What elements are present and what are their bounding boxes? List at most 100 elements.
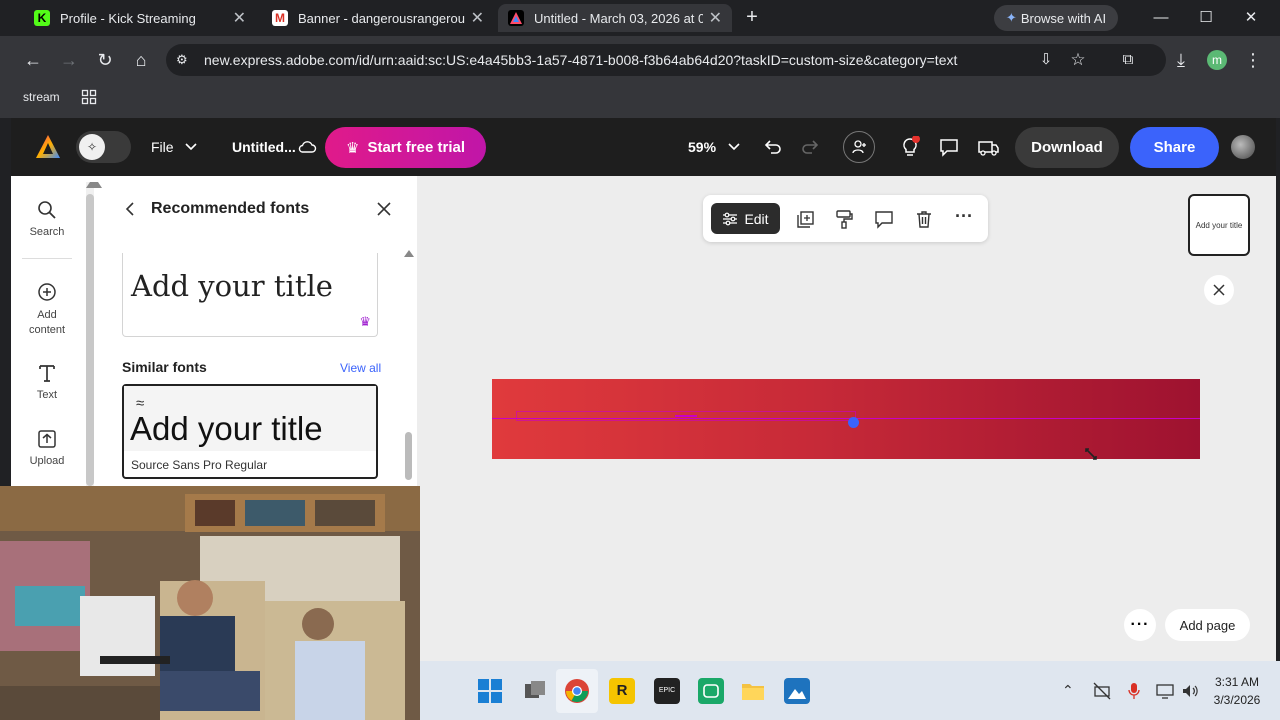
font-card-source-sans[interactable]: ≈ Add your title Source Sans Pro Regular xyxy=(122,384,378,479)
rail-upload[interactable]: Upload xyxy=(11,427,83,467)
chevron-down-icon[interactable] xyxy=(727,140,741,154)
font-card-premium[interactable]: Add your title ♛ xyxy=(122,253,378,337)
tab-kick[interactable]: K Profile - Kick Streaming ✕ xyxy=(24,4,256,32)
download-button[interactable]: Download xyxy=(1015,127,1119,168)
font-preview: Add your title xyxy=(130,410,323,447)
comment-icon[interactable] xyxy=(873,208,895,230)
scrollbar-thumb[interactable] xyxy=(86,194,94,486)
epic-games-icon[interactable]: EPIC xyxy=(654,678,680,704)
rail-label: Add content xyxy=(28,309,66,336)
tab-gmail[interactable]: M Banner - dangerousrangerous1 ✕ xyxy=(262,4,494,32)
browse-with-ai-button[interactable]: ✦ Browse with AI xyxy=(994,5,1118,31)
text-selection-box[interactable] xyxy=(516,411,856,421)
comment-icon[interactable] xyxy=(938,137,960,157)
zoom-level[interactable]: 59% xyxy=(688,139,716,155)
search-icon xyxy=(11,198,83,222)
scrollbar-thumb[interactable] xyxy=(405,432,412,480)
back-arrow-icon[interactable] xyxy=(122,200,138,218)
undo-icon[interactable] xyxy=(763,137,783,157)
tab-adobe-express[interactable]: Untitled - March 03, 2026 at 03 ✕ xyxy=(498,4,732,32)
home-icon[interactable]: ⌂ xyxy=(129,48,153,72)
close-tab-icon[interactable]: ✕ xyxy=(233,8,246,28)
bookmarks-bar xyxy=(0,84,1280,118)
resize-handle[interactable] xyxy=(848,417,859,428)
file-menu[interactable]: File xyxy=(151,139,174,155)
photos-app-icon[interactable] xyxy=(784,678,810,704)
close-tab-icon[interactable]: ✕ xyxy=(709,8,722,28)
lightbulb-icon[interactable] xyxy=(899,136,921,158)
clock-time[interactable]: 3:31 AM xyxy=(1205,675,1269,689)
page-more-options-icon[interactable]: ··· xyxy=(1124,609,1156,641)
rail-search[interactable]: Search xyxy=(11,198,83,238)
panel-scrollbar[interactable] xyxy=(403,250,415,480)
adobe-express-icon xyxy=(508,10,524,26)
add-page-button[interactable]: Add page xyxy=(1165,609,1250,641)
install-app-icon[interactable]: ⇩ xyxy=(1034,48,1058,72)
panel-title: Recommended fonts xyxy=(151,200,310,217)
copy-style-icon[interactable] xyxy=(833,208,855,230)
rail-scrollbar[interactable] xyxy=(86,182,102,486)
file-explorer-icon[interactable] xyxy=(740,678,766,704)
crown-icon: ♛ xyxy=(346,139,360,157)
forward-icon[interactable]: → xyxy=(57,48,81,72)
close-icon[interactable] xyxy=(1204,275,1234,305)
display-icon[interactable] xyxy=(1156,682,1174,700)
xbox-app-icon[interactable] xyxy=(698,678,724,704)
windows-taskbar xyxy=(420,661,1280,720)
profile-avatar[interactable]: m xyxy=(1207,50,1227,70)
redo-icon[interactable] xyxy=(800,137,820,157)
page-thumbnail[interactable]: Add your title xyxy=(1188,194,1250,256)
close-panel-icon[interactable] xyxy=(375,200,393,218)
clock-date[interactable]: 3/3/2026 xyxy=(1205,693,1269,707)
volume-icon[interactable] xyxy=(1181,682,1199,700)
maximize-icon[interactable]: ☐ xyxy=(1191,6,1221,30)
site-settings-icon[interactable]: ⚙ xyxy=(176,52,192,68)
apps-grid-icon[interactable] xyxy=(81,89,97,105)
close-tab-icon[interactable]: ✕ xyxy=(471,8,484,28)
tab-search-icon[interactable]: ⧉ xyxy=(1116,48,1140,72)
bookmark-star-icon[interactable]: ☆ xyxy=(1066,48,1090,72)
more-options-icon[interactable]: ··· xyxy=(953,207,975,230)
adobe-express-logo[interactable] xyxy=(34,133,62,161)
start-free-trial-button[interactable]: ♛ Start free trial xyxy=(325,127,486,168)
network-off-icon[interactable] xyxy=(1093,682,1111,700)
document-title[interactable]: Untitled... xyxy=(232,139,296,155)
chevron-down-icon[interactable] xyxy=(184,140,198,154)
start-free-trial-label: Start free trial xyxy=(367,139,465,156)
font-name: Source Sans Pro Regular xyxy=(131,458,268,472)
reload-icon[interactable]: ↻ xyxy=(93,48,117,72)
edit-button[interactable]: Edit xyxy=(711,203,780,234)
task-view-icon[interactable] xyxy=(522,678,548,704)
back-icon[interactable]: ← xyxy=(21,48,45,72)
show-hidden-icons-icon[interactable]: ⌃ xyxy=(1062,682,1074,699)
rockstar-launcher-icon[interactable]: R xyxy=(609,678,635,704)
view-all-link[interactable]: View all xyxy=(340,361,381,375)
sparkle-icon: ✧ xyxy=(79,134,105,160)
chrome-icon[interactable] xyxy=(564,678,590,704)
minimize-icon[interactable]: — xyxy=(1146,6,1176,30)
share-button[interactable]: Share xyxy=(1130,127,1219,168)
trash-icon[interactable] xyxy=(913,208,935,230)
mouse-cursor-icon xyxy=(1084,447,1100,463)
url-text[interactable]: new.express.adobe.com/id/urn:aaid:sc:US:… xyxy=(204,52,957,68)
menu-kebab-icon[interactable]: ⋮ xyxy=(1241,48,1265,72)
gmail-icon: M xyxy=(272,10,288,26)
new-tab-button[interactable]: + xyxy=(740,6,764,30)
invite-collaborator-icon[interactable] xyxy=(843,131,875,163)
bookmark-stream[interactable]: stream xyxy=(23,90,60,104)
windows-start-icon[interactable] xyxy=(477,678,503,704)
add-circle-icon xyxy=(11,280,83,304)
duplicate-icon[interactable] xyxy=(794,208,816,230)
rail-add-content[interactable]: Add content xyxy=(11,280,83,338)
rail-text[interactable]: Text xyxy=(11,361,83,401)
downloads-icon[interactable]: ⤓ xyxy=(1169,48,1193,72)
schedule-publish-icon[interactable] xyxy=(977,137,999,157)
scroll-up-arrow-icon[interactable] xyxy=(404,250,414,257)
ai-toggle[interactable]: ✧ xyxy=(76,131,131,163)
close-window-icon[interactable]: ✕ xyxy=(1236,6,1266,30)
user-avatar[interactable] xyxy=(1231,135,1255,159)
microphone-icon[interactable] xyxy=(1127,682,1141,700)
rail-label: Text xyxy=(36,389,58,401)
sliders-icon xyxy=(722,212,738,226)
scroll-up-arrow-icon[interactable] xyxy=(86,182,102,188)
